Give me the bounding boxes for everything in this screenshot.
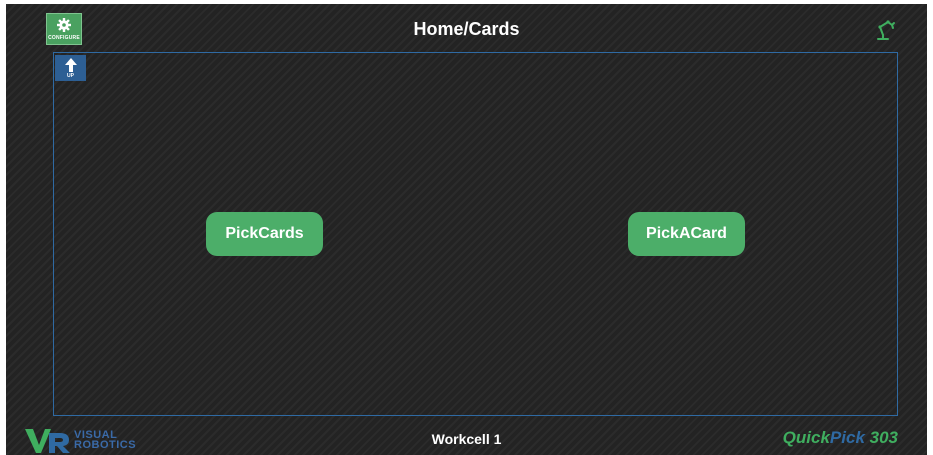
brand-quick: Quick: [782, 428, 830, 447]
quickpick-brand: QuickPick 303: [783, 428, 898, 448]
brand-pick: Pick: [829, 428, 865, 447]
robot-arm-icon[interactable]: [872, 16, 898, 42]
pickcards-button[interactable]: PickCards: [206, 212, 323, 256]
up-button[interactable]: UP: [55, 55, 86, 81]
page-title: Home/Cards: [413, 19, 520, 39]
up-label: UP: [67, 73, 74, 79]
brand-model: 303: [864, 428, 898, 447]
app-screen: CONFIGURE Home/Cards UP PickCards PickAC…: [6, 4, 927, 455]
cards-workspace: [53, 52, 898, 416]
pickacard-button[interactable]: PickACard: [628, 212, 745, 256]
up-arrow-icon: [64, 58, 77, 72]
